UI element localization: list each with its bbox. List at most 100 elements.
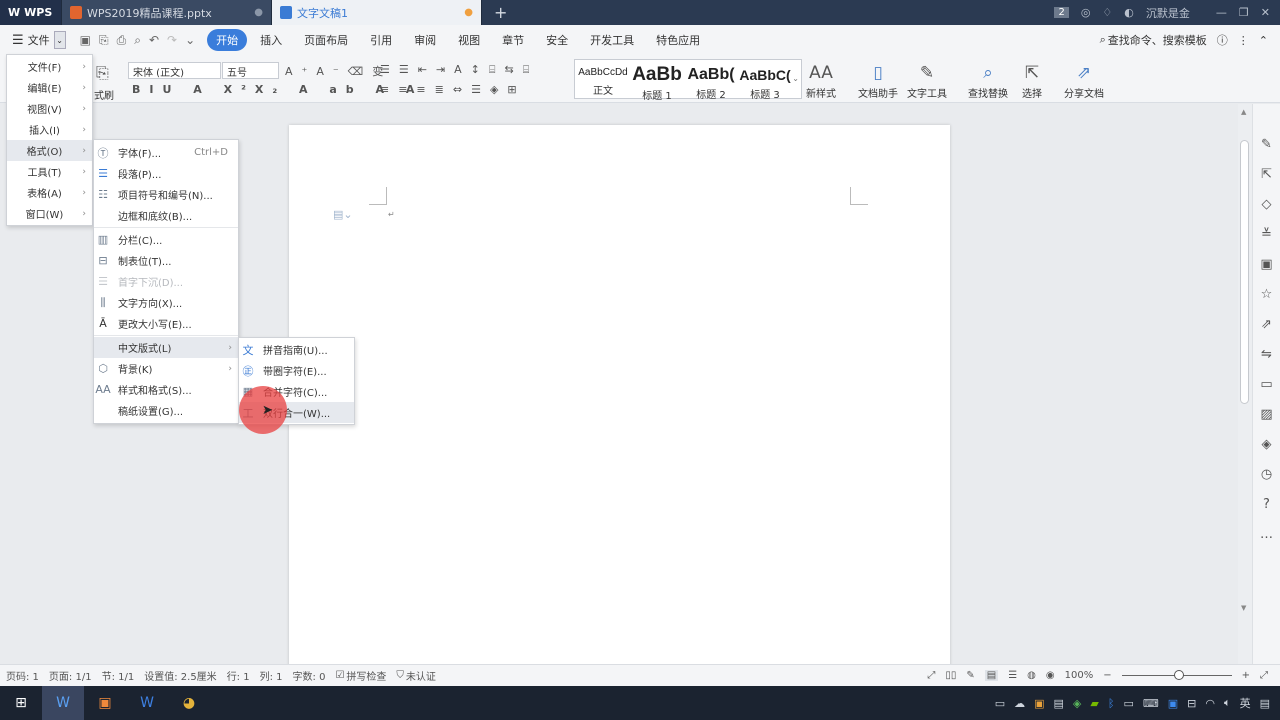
paragraph-list-icons[interactable]: ☰☰⇤⇥A↕⌸⇆⌸ [380, 63, 538, 77]
share-panel-icon[interactable]: ⇗ [1253, 310, 1280, 340]
tray-usb-icon[interactable]: ⊟ [1187, 697, 1196, 710]
menu-item-phonetic-guide[interactable]: 文拼音指南(U)... [239, 339, 354, 360]
menu-item-change-case[interactable]: Ā 更改大小写(E)... [94, 313, 238, 334]
edit-mode-icon[interactable]: ✎ [966, 670, 974, 681]
vertical-scrollbar[interactable]: ▲ ▼ [1238, 104, 1252, 664]
menu-item-table[interactable]: 表格(A) › [7, 182, 92, 203]
wps-home-tab[interactable]: W WPS [0, 0, 62, 25]
menu-item-background[interactable]: ⬡ 背景(K) › [94, 358, 238, 379]
file-menu-button[interactable]: ☰ 文件 ⌄ [0, 31, 70, 49]
find-replace-button[interactable]: ⌕ 查找替换 [968, 63, 1008, 100]
menu-item-window[interactable]: 窗口(W) › [7, 203, 92, 224]
style-heading-1[interactable]: AaBb 标题 1 [630, 64, 684, 102]
print-icon[interactable]: ⎙ [117, 33, 127, 48]
skin-icon[interactable]: ◎ [1081, 6, 1091, 19]
command-search[interactable]: 查找命令、搜索模板 [1108, 32, 1207, 48]
text-tools-button[interactable]: ✎ 文字工具 [907, 63, 947, 100]
more-panel-icon[interactable]: … [1253, 520, 1280, 550]
paragraph-align-icons[interactable]: ≡≡≡≣⇔☰◈⊞ [380, 83, 526, 96]
font-size-select[interactable]: 五号 [222, 62, 279, 79]
tray-monitor-icon[interactable]: ▣ [1168, 697, 1178, 710]
shirt-icon[interactable]: ♢ [1102, 6, 1112, 19]
menu-item-borders[interactable]: 边框和底纹(B)... [94, 205, 238, 226]
style-gallery[interactable]: AaBbCcDd 正文 AaBb 标题 1 AaBb( 标题 2 AaBbC( … [574, 59, 802, 102]
zoom-knob[interactable] [1173, 670, 1184, 680]
document-page[interactable]: ▤⌄ ↵ [289, 125, 950, 670]
status-page[interactable]: 页面: 1/1 [49, 668, 92, 683]
fit-icon[interactable]: ⤢ [1260, 670, 1268, 681]
select-button[interactable]: ⇱ 选择 [1022, 63, 1042, 100]
read-mode-icon[interactable]: ▯▯ [945, 670, 956, 681]
scroll-down-icon[interactable]: ▼ [1241, 604, 1246, 612]
zoom-slider[interactable] [1121, 670, 1232, 680]
tray-folder-icon[interactable]: ▤ [1054, 697, 1064, 710]
menu-item-insert[interactable]: 插入(I) › [7, 119, 92, 140]
menu-item-chinese-layout[interactable]: 中文版式(L) › [94, 337, 238, 358]
box-icon[interactable]: ▭ [1253, 370, 1280, 400]
tray-nvidia-icon[interactable]: ▰ [1090, 697, 1098, 710]
user-name[interactable]: 沉默是金 [1146, 5, 1190, 21]
avatar[interactable]: ◐ [1124, 6, 1134, 19]
spell-check-icon[interactable]: ☑ [335, 670, 344, 681]
tray-network-icon[interactable]: ◠ [1205, 697, 1215, 710]
style-heading-3[interactable]: AaBbC( 标题 3 [738, 64, 792, 101]
tray-battery-icon[interactable]: ▭ [1123, 697, 1133, 710]
share-doc-button[interactable]: ⇗ 分享文档 [1064, 63, 1104, 100]
preview-icon[interactable]: ⌕ [134, 33, 141, 48]
tab-view[interactable]: 视图 [449, 29, 489, 51]
web-view-icon[interactable]: ◍ [1027, 670, 1036, 681]
status-section[interactable]: 节: 1/1 [102, 668, 135, 683]
tab-section[interactable]: 章节 [493, 29, 533, 51]
windows-start-icon[interactable]: ⊞ [0, 686, 42, 720]
close-icon[interactable]: ✕ [1261, 6, 1270, 19]
help-icon[interactable]: ⓘ [1217, 32, 1228, 48]
taskbar-chrome-icon[interactable]: ◕ [168, 686, 210, 720]
tab-insert[interactable]: 插入 [251, 29, 291, 51]
scroll-up-icon[interactable]: ▲ [1241, 108, 1246, 116]
eye-protect-icon[interactable]: ◉ [1046, 670, 1055, 681]
sliders-icon[interactable]: ≚ [1253, 220, 1280, 250]
star-icon[interactable]: ☆ [1253, 280, 1280, 310]
tab-features[interactable]: 特色应用 [647, 29, 709, 51]
menu-item-columns[interactable]: ▥ 分栏(C)... [94, 229, 238, 250]
cursor-icon[interactable]: ⇱ [1253, 160, 1280, 190]
more-icon[interactable]: ⋮ [1238, 34, 1249, 47]
tray-shield-icon[interactable]: ◈ [1073, 697, 1081, 710]
restore-icon[interactable]: ❐ [1239, 6, 1249, 19]
tab-layout[interactable]: 页面布局 [295, 29, 357, 51]
doc-assistant-button[interactable]: ▯ 文档助手 [858, 63, 898, 100]
menu-item-file[interactable]: 文件(F) › [7, 56, 92, 77]
image-panel-icon[interactable]: ▣ [1253, 250, 1280, 280]
status-unverified[interactable]: 未认证 [406, 668, 436, 683]
tab-pptx[interactable]: WPS2019精品课程.pptx ● [62, 0, 272, 25]
font-name-select[interactable]: 宋体 (正文) [128, 62, 221, 79]
minimize-icon[interactable]: — [1216, 6, 1227, 19]
status-col[interactable]: 列: 1 [260, 668, 283, 683]
translate-icon[interactable]: ⇋ [1253, 340, 1280, 370]
status-page-code[interactable]: 页码: 1 [6, 668, 39, 683]
menu-item-tools[interactable]: 工具(T) › [7, 161, 92, 182]
tray-volume-icon[interactable]: 🔈︎ [1224, 696, 1231, 710]
style-heading-2[interactable]: AaBb( 标题 2 [684, 64, 738, 101]
redo-icon[interactable]: ↷ [167, 33, 177, 48]
tray-ime[interactable]: 英 [1240, 695, 1251, 711]
status-row[interactable]: 行: 1 [227, 668, 250, 683]
new-style-button[interactable]: AA 新样式 [806, 63, 836, 100]
taskbar-office-icon[interactable]: ▣ [84, 686, 126, 720]
tray-cloud-icon[interactable]: ☁ [1014, 697, 1025, 710]
zoom-in-button[interactable]: + [1242, 670, 1250, 681]
menu-item-tabs[interactable]: ⊟ 制表位(T)... [94, 250, 238, 271]
menu-item-enclosed-chars[interactable]: ㊣带圈字符(E)... [239, 360, 354, 381]
menu-item-paragraph[interactable]: ☰ 段落(P)... [94, 163, 238, 184]
shapes-icon[interactable]: ◇ [1253, 190, 1280, 220]
font-size-buttons-icon[interactable]: A⁺A⁻⌫变 [285, 63, 392, 79]
style-scroll-icon[interactable]: ⌄ [792, 74, 799, 83]
page-view-icon[interactable]: ▤ [984, 670, 999, 681]
scroll-thumb[interactable] [1240, 140, 1249, 404]
paste-icon[interactable]: ⎘ [96, 63, 109, 83]
menu-item-text-direction[interactable]: ⫼ 文字方向(X)... [94, 292, 238, 313]
picture-icon[interactable]: ▨ [1253, 400, 1280, 430]
status-word-count[interactable]: 字数: 0 [293, 668, 326, 683]
outline-view-icon[interactable]: ☰ [1008, 670, 1017, 681]
certificate-icon[interactable]: ⛉ [396, 670, 404, 681]
